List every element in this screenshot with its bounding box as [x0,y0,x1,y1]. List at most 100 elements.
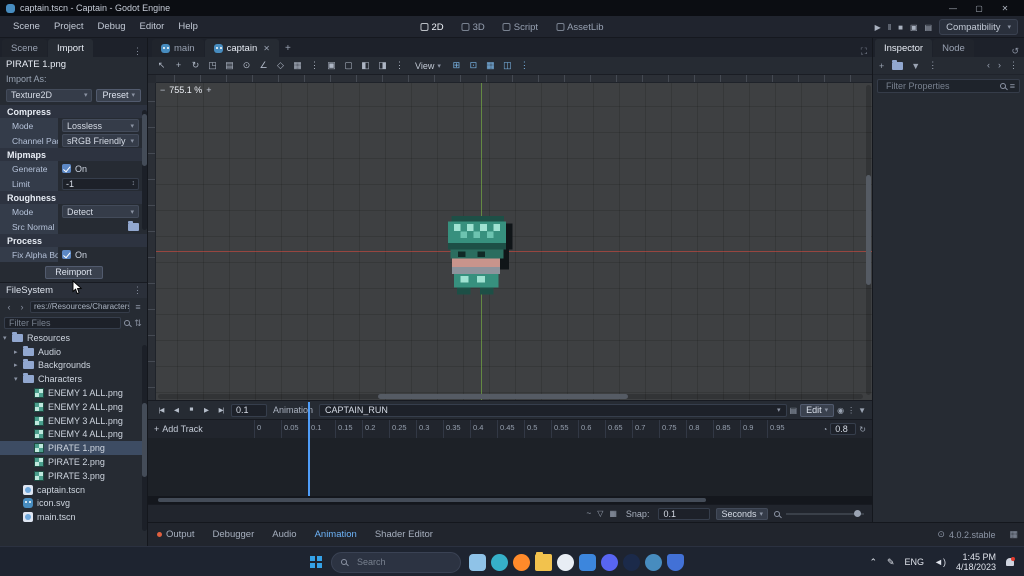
animation-position-input[interactable] [231,404,267,417]
discord-icon[interactable] [601,554,618,571]
sort-files-icon[interactable]: ⇅ [133,318,143,329]
loop-icon[interactable]: ↻ [859,425,866,434]
dock-tab[interactable]: Inspector [875,39,932,57]
limit-spinbox[interactable]: -1↕ [62,178,139,190]
back-icon[interactable]: ‹ [4,302,14,312]
add-track-button[interactable]: + Add Track [148,420,254,438]
timeline-ruler[interactable]: 00.050.10.150.20.250.30.350.40.450.50.55… [254,420,794,438]
filter-files-input[interactable] [4,317,121,329]
inspector-filter[interactable]: ≡ [877,79,1020,93]
menu-item[interactable]: Editor [133,16,172,38]
reimport-button[interactable]: Reimport [45,266,103,279]
bezier-editor-icon[interactable]: ~ [587,509,592,518]
workspace-tab[interactable]: 3D [456,19,491,36]
ruler-tick[interactable]: 0.5 [524,420,551,438]
viewport-v-scrollbar[interactable] [866,85,871,395]
snap-unit-dropdown[interactable]: Seconds ▾ [716,508,768,520]
ruler-tick[interactable]: 0.15 [335,420,362,438]
file-tree-item[interactable]: captain.tscn [0,483,147,497]
dock-menu-icon[interactable]: ⋮ [128,46,147,57]
center-view-icon[interactable]: ⊡ [468,60,479,71]
viewport-settings-icon[interactable]: ⋮ [519,60,530,71]
filter-properties-input[interactable] [882,80,996,92]
scene-tab[interactable]: main ✕ [152,39,204,57]
grid-toggle-icon[interactable]: ▦ [485,60,496,71]
tree-expand-arrow[interactable]: ▸ [14,348,23,356]
ruler-tick[interactable]: 0.2 [362,420,389,438]
workspace-tab[interactable]: Script [497,19,544,36]
bottom-panel-button[interactable]: Output [148,523,204,546]
play-button[interactable]: ▶ [199,406,213,414]
grid-snap-icon[interactable]: ▦ [292,60,303,71]
ruler-tick[interactable]: 0.1 [308,420,335,438]
fix-alpha-border-checkbox[interactable] [62,250,71,259]
bottom-panel-button[interactable]: Debugger [204,523,264,546]
defender-icon[interactable] [667,554,684,571]
dock-tab[interactable]: Import [48,39,93,57]
zoom-in-icon[interactable]: + [206,85,211,95]
menu-item[interactable]: Debug [91,16,133,38]
unlock-icon[interactable]: ▢ [343,60,354,71]
preset-button[interactable]: Preset ▾ [96,89,141,102]
snap-value-input[interactable] [658,508,710,520]
menu-item[interactable]: Help [171,16,205,38]
expand-viewport-icon[interactable]: ⛶ [856,46,872,57]
move-tool-icon[interactable]: + [173,60,184,71]
skeleton-options-icon[interactable]: ⋮ [394,60,405,71]
file-tree-item[interactable]: icon.svg [0,497,147,511]
taskbar-search[interactable] [331,552,461,573]
window-titlebar[interactable]: captain.tscn - Captain - Godot Engine — … [0,0,1024,16]
timeline-playhead[interactable] [308,402,310,496]
task-view-icon[interactable] [469,554,486,571]
stop-button[interactable]: ■ [898,23,903,32]
menu-item[interactable]: Scene [6,16,47,38]
language-indicator[interactable]: ENG [905,557,925,567]
play-backwards-button[interactable]: ◀ [169,406,183,414]
file-tree-item[interactable]: ENEMY 2 ALL.png [0,400,147,414]
menu-item[interactable]: Project [47,16,91,38]
chrome-icon[interactable] [557,554,574,571]
split-mode-icon[interactable]: ≡ [133,302,143,312]
edit-button[interactable]: Edit ▾ [800,404,834,417]
file-tree-item[interactable]: PIRATE 2.png [0,455,147,469]
smart-snap-icon[interactable]: ◇ [275,60,286,71]
movie-mode-button[interactable]: ▣ [910,23,918,32]
minimize-button[interactable]: — [940,0,966,16]
file-tree-item[interactable]: ▾ Resources [0,331,147,345]
file-explorer-icon[interactable] [535,554,552,571]
ruler-tick[interactable]: 0.35 [443,420,470,438]
update-spinner-icon[interactable]: ▦ [1009,529,1024,540]
lock-icon[interactable]: ▣ [326,60,337,71]
bottom-panel-button[interactable]: Shader Editor [366,523,442,546]
notification-bell-icon[interactable] [1006,558,1014,566]
taskbar-clock[interactable]: 1:45 PM 4/18/2023 [956,552,996,572]
object-menu-icon[interactable]: ⋮ [1009,60,1018,71]
view-menu-button[interactable]: View ▾ [415,61,441,71]
remote-debug-button[interactable]: ▤ [925,23,933,32]
ruler-tick[interactable]: 0.05 [281,420,308,438]
animation-tools-icon[interactable]: ▤ [790,406,798,415]
pen-icon[interactable]: ✎ [887,557,895,568]
scale-tool-icon[interactable]: ◳ [207,60,218,71]
scene-tab[interactable]: captain ✕ [205,39,279,57]
ruler-tick[interactable]: 0.7 [632,420,659,438]
ruler-tick[interactable]: 0 [254,420,281,438]
firefox-icon[interactable] [513,554,530,571]
animation-length-input[interactable] [830,423,856,435]
folder-icon[interactable] [128,223,139,231]
panel-menu-icon[interactable]: ⋮ [847,406,855,415]
import-type-dropdown[interactable]: Texture2D ▾ [6,89,92,102]
resource-options-icon[interactable]: ⋮ [928,60,937,71]
ruler-tick[interactable]: 0.9 [740,420,767,438]
file-tree-item[interactable]: ▸ Backgrounds [0,359,147,373]
guides-icon[interactable]: ◫ [502,60,513,71]
hidden-icons-chevron[interactable]: ⌃ [869,557,877,568]
ruler-tick[interactable]: 0.8 [686,420,713,438]
spinner-arrows-icon[interactable]: ↕ [132,180,136,187]
captain-sprite[interactable] [448,216,514,303]
close-button[interactable]: ✕ [992,0,1018,16]
bottom-panel-button[interactable]: Audio [263,523,305,546]
ruler-tool-icon[interactable]: ∠ [258,60,269,71]
bottom-panel-button[interactable]: Animation [306,523,366,546]
taskbar-search-input[interactable] [353,557,433,567]
